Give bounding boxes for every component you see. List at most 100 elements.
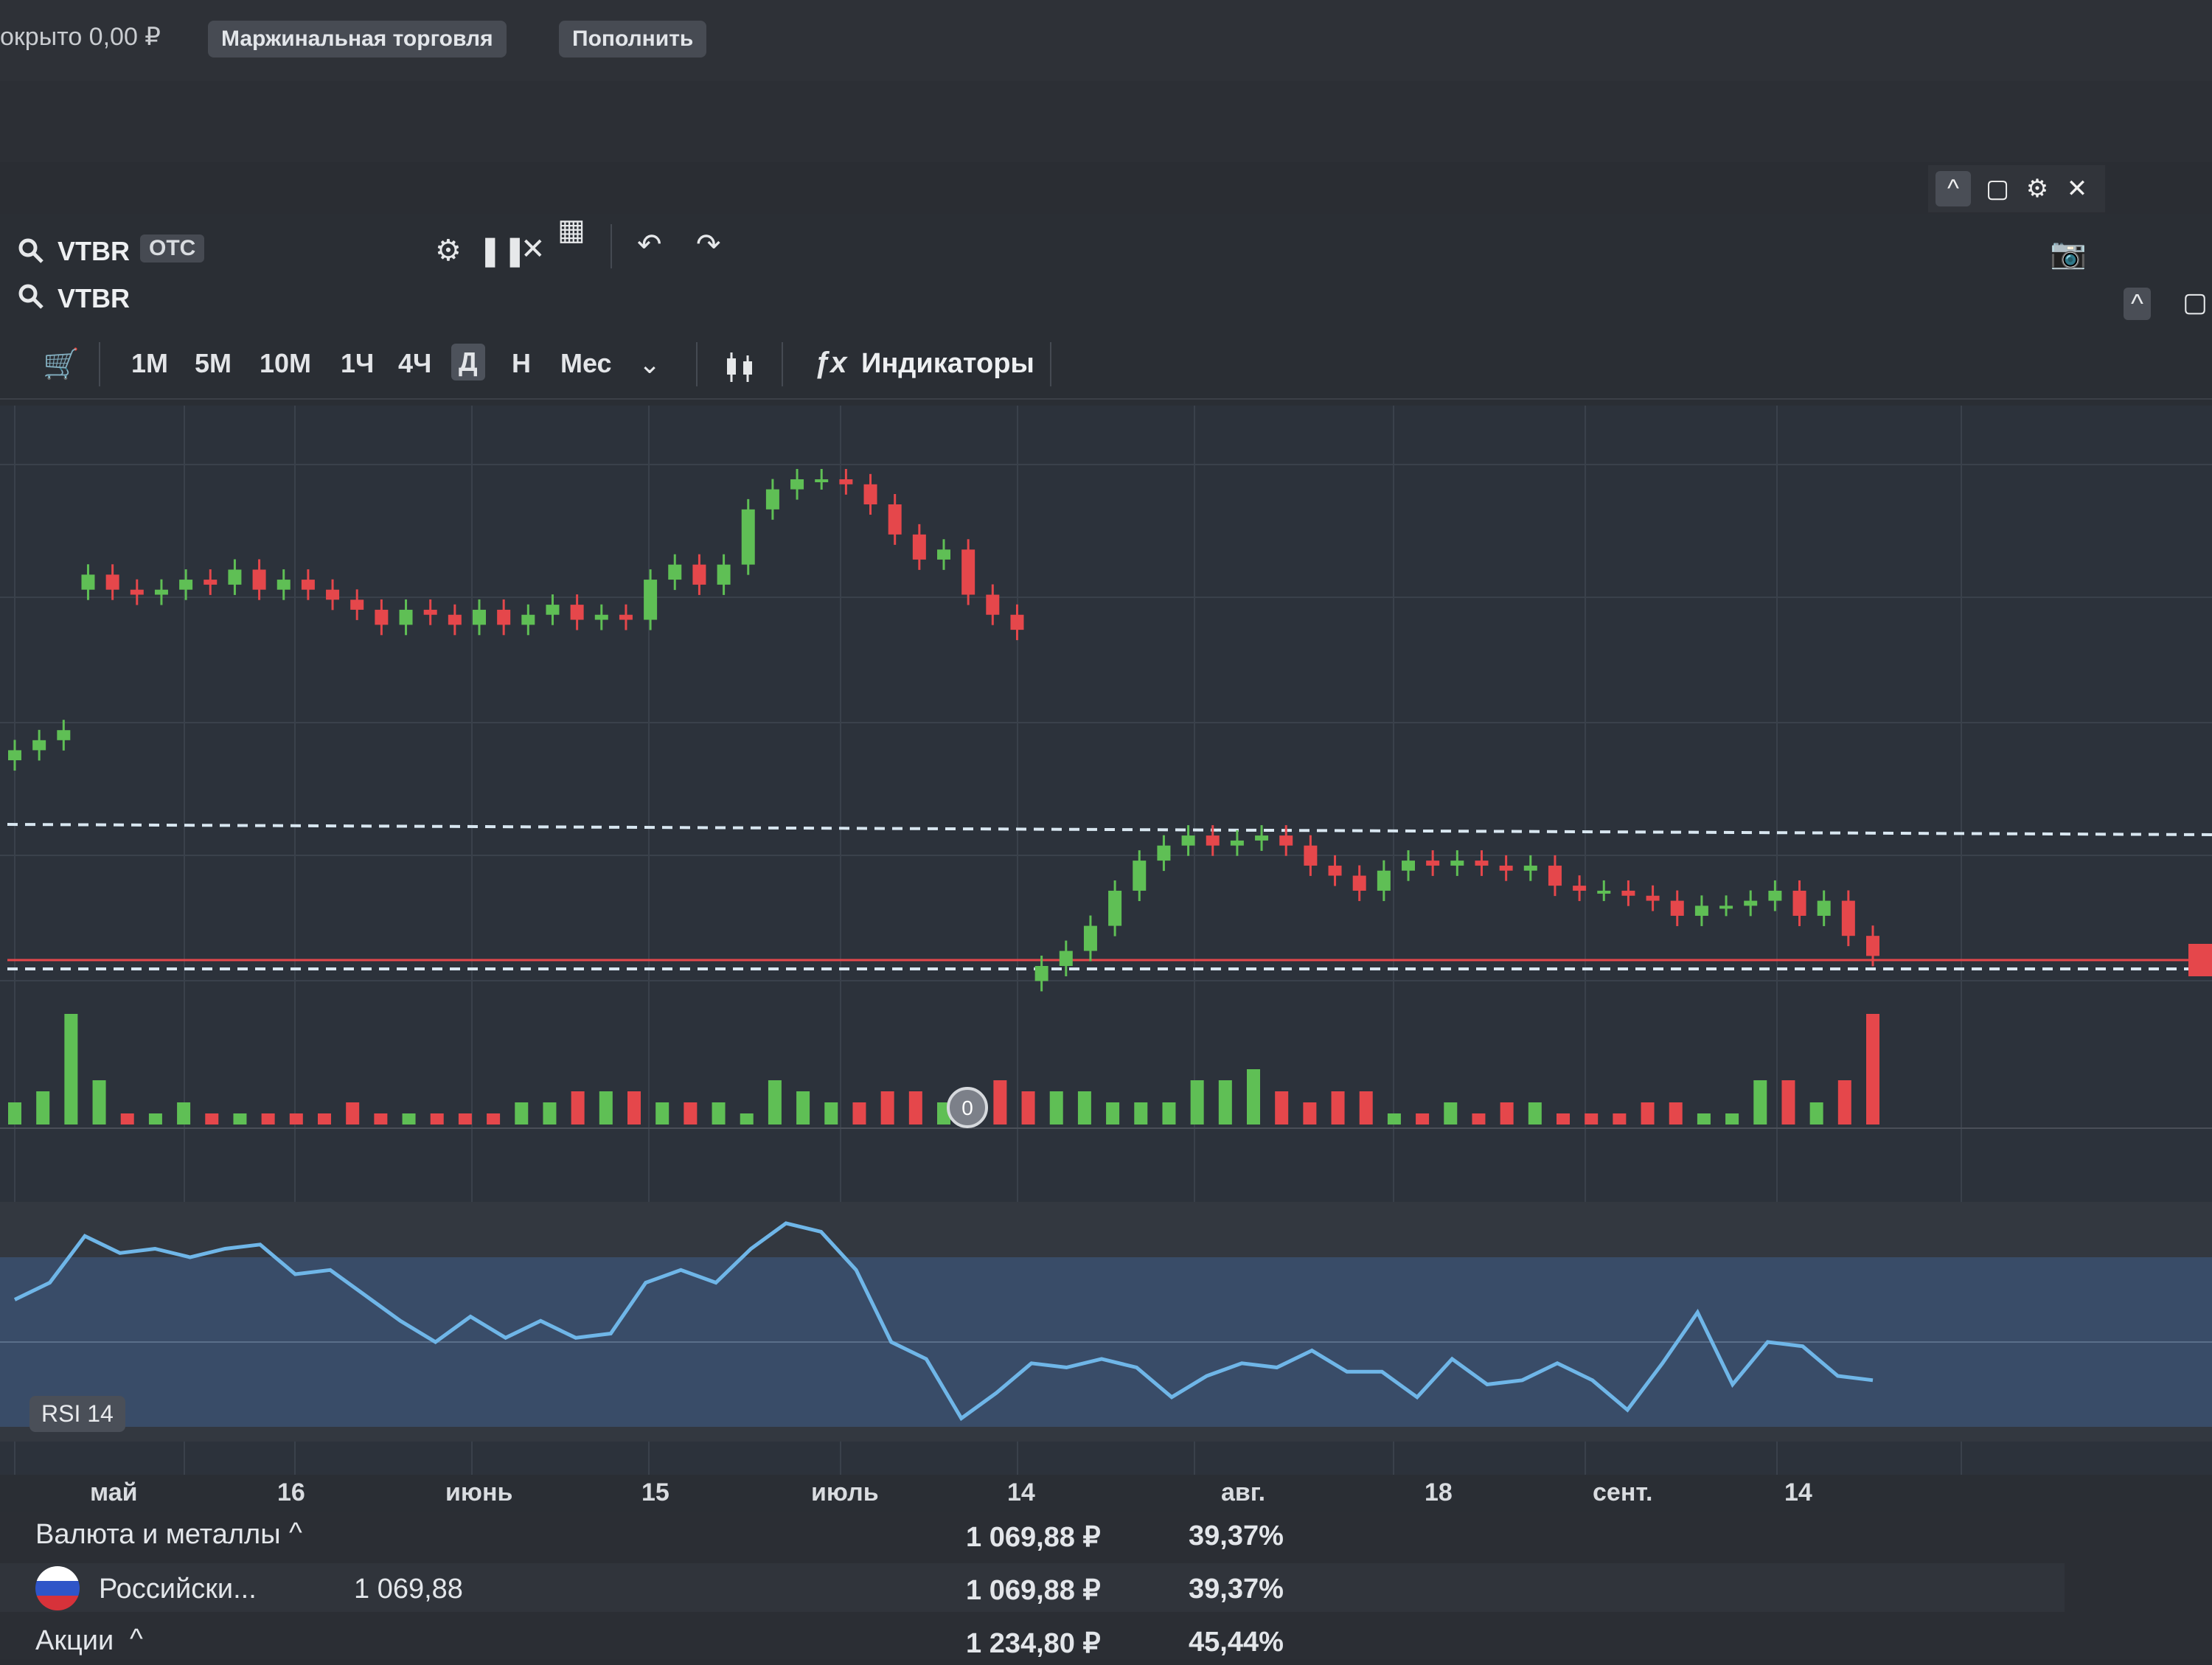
candle	[204, 580, 218, 585]
margin-trading-button[interactable]: Маржинальная торговля	[208, 21, 507, 58]
asset-qty: 1 069,88	[354, 1574, 463, 1605]
volume-bar	[1781, 1080, 1795, 1125]
chart-panel: VTBR OTC ⚙ ❚❚ ✕ ▦ ↶ ↷ 📷 VTBR ^ ▢ 🛒 1М 5М…	[0, 214, 2212, 1512]
volume-bar	[1275, 1091, 1289, 1125]
collapse-icon[interactable]: ^	[1935, 171, 1971, 206]
volume-bar	[8, 1102, 21, 1125]
candle	[497, 609, 511, 625]
chevron-up-icon[interactable]: ^	[130, 1624, 143, 1655]
volume-bar	[515, 1102, 529, 1125]
volume-bar	[1359, 1091, 1373, 1125]
volume-bar	[487, 1113, 501, 1125]
x-axis-label: 14	[1784, 1478, 1812, 1506]
candle	[473, 609, 486, 625]
symbol-search-value[interactable]: VTBR	[58, 283, 130, 314]
volume-bar	[543, 1102, 557, 1125]
rsi-label[interactable]: RSI 14	[29, 1396, 125, 1432]
settings-icon[interactable]: ⚙	[2020, 171, 2055, 206]
chevron-down-icon[interactable]: ⌄	[639, 351, 661, 378]
candle	[1377, 870, 1391, 891]
symbol-search-row: VTBR ^ ▢	[0, 273, 2212, 324]
candle	[1426, 861, 1440, 866]
volume-bar	[148, 1113, 162, 1125]
volume-bar	[1416, 1113, 1430, 1125]
volume-bar	[627, 1091, 641, 1125]
timeframe-1m[interactable]: 1М	[131, 348, 168, 379]
candle-type-icon[interactable]	[723, 351, 758, 390]
candle	[546, 605, 560, 615]
price-chart[interactable]: 0	[0, 406, 2212, 1475]
search-icon[interactable]	[16, 282, 46, 316]
camera-icon[interactable]: 📷	[2050, 239, 2087, 268]
candle	[1402, 861, 1415, 871]
symbol-name[interactable]: VTBR	[58, 236, 130, 267]
candle	[350, 599, 364, 610]
divider	[1050, 342, 1051, 386]
table-row[interactable]: Российски... 1 069,88 1 069,88 ₽ 39,37%	[0, 1563, 2065, 1612]
candle	[815, 479, 829, 482]
volume-bar	[36, 1091, 50, 1125]
restore-icon[interactable]: ▢	[1980, 171, 2015, 206]
candle	[1817, 900, 1831, 916]
volume-bar	[1585, 1113, 1599, 1125]
candle	[276, 580, 291, 590]
volume-bar	[1528, 1102, 1542, 1125]
candle	[1181, 835, 1195, 846]
redo-icon[interactable]: ↷	[696, 230, 721, 260]
search-icon[interactable]	[16, 236, 46, 271]
volume-bar	[205, 1113, 219, 1125]
candle	[1279, 835, 1293, 846]
account-bar: окрыто 0,00 ₽ Маржинальная торговля Попо…	[0, 0, 2212, 83]
row-value: 1 069,88 ₽	[966, 1522, 1101, 1553]
volume-bar	[1077, 1091, 1091, 1125]
volume-bar	[1049, 1091, 1063, 1125]
x-axis-label: 15	[641, 1478, 669, 1506]
grid-icon[interactable]: ▦	[557, 215, 585, 245]
close-icon[interactable]: ✕	[521, 234, 546, 264]
candle	[1304, 845, 1318, 866]
table-row[interactable]: Валюта и металлы ^ 1 069,88 ₽ 39,37%	[0, 1512, 2065, 1560]
volume-bar	[599, 1091, 613, 1125]
volume-bar	[1725, 1113, 1739, 1125]
divider	[611, 224, 612, 268]
asset-name: Российски...	[99, 1574, 257, 1605]
close-icon[interactable]: ✕	[2059, 171, 2095, 206]
candle	[1792, 890, 1806, 916]
timeframe-4h[interactable]: 4Ч	[398, 348, 431, 379]
timeframe-10m[interactable]: 10М	[260, 348, 311, 379]
candle	[1352, 875, 1366, 891]
timeframe-1h[interactable]: 1Ч	[341, 348, 374, 379]
indicators-button[interactable]: Индикаторы	[861, 348, 1034, 380]
divider	[99, 342, 100, 386]
timeframe-day[interactable]: Д	[451, 344, 485, 380]
candle	[8, 750, 21, 761]
restore-icon[interactable]: ▢	[2183, 289, 2208, 316]
function-icon[interactable]: ƒx	[814, 348, 847, 378]
candle	[1621, 890, 1635, 896]
volume-bar	[1444, 1102, 1458, 1125]
cart-icon[interactable]: 🛒	[43, 350, 80, 379]
table-row[interactable]: Акции ^ 1 234,80 ₽ 45,44%	[0, 1616, 2065, 1665]
candle	[570, 605, 584, 620]
timeframe-5m[interactable]: 5М	[195, 348, 232, 379]
row-value: 1 234,80 ₽	[966, 1628, 1101, 1659]
x-axis-label: сент.	[1593, 1478, 1653, 1506]
volume-bar	[1387, 1113, 1401, 1125]
x-axis-label: 14	[1007, 1478, 1035, 1506]
candle	[228, 569, 242, 585]
x-axis-label: авг.	[1221, 1478, 1266, 1506]
candle	[594, 614, 608, 620]
gear-icon[interactable]: ⚙	[435, 236, 462, 265]
volume-bar	[1613, 1113, 1627, 1125]
candle	[1230, 840, 1244, 846]
pause-icon[interactable]: ❚❚	[478, 236, 527, 265]
undo-icon[interactable]: ↶	[637, 230, 662, 260]
symbol-row: VTBR OTC ⚙ ❚❚ ✕ ▦ ↶ ↷ 📷	[0, 214, 2212, 273]
volume-bar	[712, 1102, 726, 1125]
timeframe-month[interactable]: Мес	[560, 348, 612, 379]
candle	[741, 509, 755, 565]
deposit-button[interactable]: Пополнить	[559, 21, 707, 58]
collapse-icon[interactable]: ^	[2124, 288, 2151, 320]
chevron-up-icon[interactable]: ^	[289, 1518, 302, 1549]
timeframe-week[interactable]: Н	[512, 348, 531, 379]
